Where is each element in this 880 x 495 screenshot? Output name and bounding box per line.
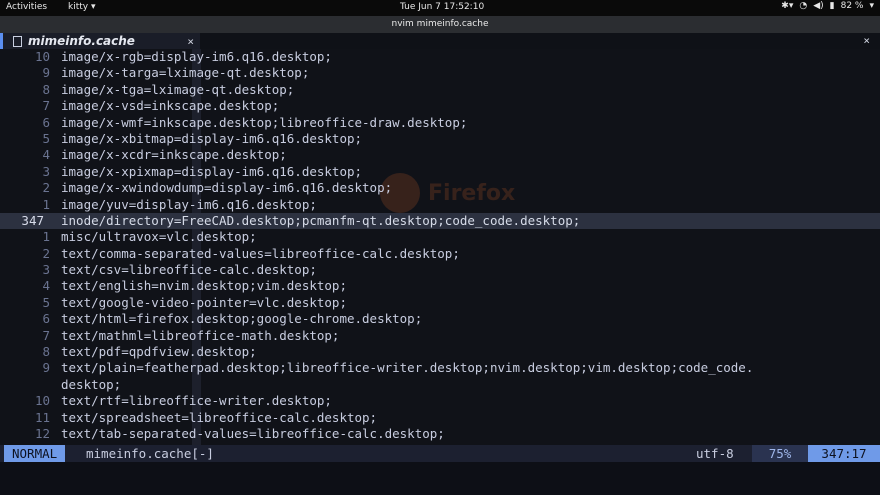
line-number: 9 [42,65,50,81]
gnome-top-bar: Activities kitty ▾ Tue Jun 7 17:52:10 ✱▾… [0,0,880,16]
battery-icon[interactable]: ▮ [830,1,835,11]
line-number: 12 [34,425,50,441]
buffer-line[interactable]: 7 text/mathml=libreoffice-math.desktop; [0,328,880,344]
line-text[interactable]: image/x-xpixmap=display-im6.q16.desktop; [61,164,362,180]
line-text[interactable]: misc/ultravox=vlc.desktop; [61,229,257,245]
buffer-line[interactable]: 10 text/rtf=libreoffice-writer.desktop; [0,393,880,409]
status-encoding: utf-8 [696,446,734,461]
line-number: 8 [42,344,50,360]
line-number: 3 [42,262,50,278]
buffer-line[interactable]: 11 text/spreadsheet=libreoffice-calc.desk… [0,410,880,426]
line-text[interactable]: text/rtf=libreoffice-writer.desktop; [61,393,332,409]
system-tray[interactable]: ✱▾ ◔ ◀) ▮ 82 % ▾ [781,1,874,11]
line-text[interactable]: image/x-xcdr=inkscape.desktop; [61,147,287,163]
line-number: 1 [42,229,50,245]
line-number: 6 [42,114,50,130]
line-text[interactable]: desktop; [61,377,121,393]
line-number: 7 [42,98,50,114]
command-line[interactable] [0,462,880,495]
line-number: 3 [42,163,50,179]
app-menu[interactable]: kitty ▾ [68,2,95,12]
buffer-line[interactable]: 12 text/tab-separated-values=libreoffice-… [0,426,880,442]
clock[interactable]: Tue Jun 7 17:52:10 [400,2,484,12]
activities-button[interactable]: Activities [6,2,47,12]
tab-mimeinfo-cache[interactable]: mimeinfo.cache × [0,33,200,49]
status-line: NORMAL mimeinfo.cache[-] utf-8 75% 347:1… [0,445,880,462]
buffer-line[interactable]: 7 image/x-vsd=inkscape.desktop; [0,98,880,114]
line-number: 4 [42,147,50,163]
line-text[interactable]: text/mathml=libreoffice-math.desktop; [61,328,339,344]
line-number: 10 [34,393,50,409]
line-text[interactable]: text/html=firefox.desktop;google-chrome.… [61,311,422,327]
line-number: 11 [34,409,50,425]
buffer-line[interactable]: 8 text/pdf=qpdfview.desktop; [0,344,880,360]
line-text[interactable]: text/spreadsheet=libreoffice-calc.deskto… [61,410,377,426]
line-text[interactable]: text/comma-separated-values=libreoffice-… [61,246,460,262]
tab-label: mimeinfo.cache [28,34,135,48]
line-text[interactable]: text/csv=libreoffice-calc.desktop; [61,262,317,278]
buffer-line[interactable]: 4 text/english=nvim.desktop;vim.desktop; [0,278,880,294]
file-icon [13,35,22,47]
line-text[interactable]: image/yuv=display-im6.q16.desktop; [61,197,317,213]
nvim-editor[interactable]: mimeinfo.cache × × Firefox 10 image/x-rgb… [0,33,880,445]
line-number: 5 [42,130,50,146]
buffer-line[interactable]: desktop; [0,377,880,393]
line-number: 7 [42,327,50,343]
line-number: 2 [42,245,50,261]
wifi-icon[interactable]: ◔ [799,1,807,11]
buffer-line[interactable]: 3 text/csv=libreoffice-calc.desktop; [0,262,880,278]
line-text[interactable]: text/tab-separated-values=libreoffice-ca… [61,426,445,442]
line-text[interactable]: text/pdf=qpdfview.desktop; [61,344,257,360]
line-text[interactable]: inode/directory=FreeCAD.desktop;pcmanfm-… [61,213,580,229]
buffer-line[interactable]: 9 text/plain=featherpad.desktop;libreoffi… [0,360,880,376]
buffer-line[interactable]: 10 image/x-rgb=display-im6.q16.desktop; [0,49,880,65]
line-number: 5 [42,294,50,310]
line-text[interactable]: text/google-video-pointer=vlc.desktop; [61,295,347,311]
line-text[interactable]: image/x-wmf=inkscape.desktop;libreoffice… [61,115,467,131]
buffer-line[interactable]: 3 image/x-xpixmap=display-im6.q16.desktop… [0,164,880,180]
buffer-line[interactable]: 2 text/comma-separated-values=libreoffice… [0,246,880,262]
buffer-line[interactable]: 6 text/html=firefox.desktop;google-chrome… [0,311,880,327]
line-text[interactable]: image/x-rgb=display-im6.q16.desktop; [61,49,332,65]
mode-indicator: NORMAL [4,445,66,462]
bluetooth-icon[interactable]: ✱▾ [781,1,793,11]
buffer-line[interactable]: 5 image/x-xbitmap=display-im6.q16.desktop… [0,131,880,147]
buffer-line[interactable]: 8 image/x-tga=lximage-qt.desktop; [0,82,880,98]
line-text[interactable]: image/x-targa=lximage-qt.desktop; [61,65,309,81]
line-text[interactable]: image/x-xwindowdump=display-im6.q16.desk… [61,180,392,196]
current-line[interactable]: 347 inode/directory=FreeCAD.desktop;pcman… [0,212,880,230]
close-all-icon[interactable]: × [863,33,870,49]
line-text[interactable]: text/plain=featherpad.desktop;libreoffic… [61,360,753,376]
status-position: 347:17 [808,445,880,462]
buffer-line[interactable]: 4 image/x-xcdr=inkscape.desktop; [0,147,880,163]
close-tab-icon[interactable]: × [187,35,194,48]
window-title: nvim mimeinfo.cache [0,16,880,33]
line-number: 2 [42,180,50,196]
buffer-line[interactable]: 1 image/yuv=display-im6.q16.desktop; [0,197,880,213]
buffer-line[interactable]: 5 text/google-video-pointer=vlc.desktop; [0,295,880,311]
buffer-lines[interactable]: 10 image/x-rgb=display-im6.q16.desktop; 9 i… [0,49,880,442]
line-text[interactable]: image/x-xbitmap=display-im6.q16.desktop; [61,131,362,147]
status-percent: 75% [752,445,808,462]
volume-icon[interactable]: ◀) [813,1,823,11]
line-text[interactable]: text/english=nvim.desktop;vim.desktop; [61,278,347,294]
chevron-down-icon[interactable]: ▾ [869,1,874,11]
line-number: 1 [42,196,50,212]
line-text[interactable]: image/x-tga=lximage-qt.desktop; [61,82,294,98]
line-number: 9 [42,360,50,376]
battery-percent: 82 % [840,1,864,11]
line-text[interactable]: image/x-vsd=inkscape.desktop; [61,98,279,114]
buffer-line[interactable]: 1 misc/ultravox=vlc.desktop; [0,229,880,245]
line-number: 6 [42,311,50,327]
buffer-line[interactable]: 6 image/x-wmf=inkscape.desktop;libreoffic… [0,115,880,131]
status-filename: mimeinfo.cache[-] [86,446,214,461]
buffer-line[interactable]: 9 image/x-targa=lximage-qt.desktop; [0,65,880,81]
line-number: 8 [42,81,50,97]
buffer-line[interactable]: 2 image/x-xwindowdump=display-im6.q16.des… [0,180,880,196]
line-number: 4 [42,278,50,294]
line-number: 347 [21,212,44,228]
tabline: mimeinfo.cache × × [0,33,880,49]
line-number: 10 [34,49,50,64]
